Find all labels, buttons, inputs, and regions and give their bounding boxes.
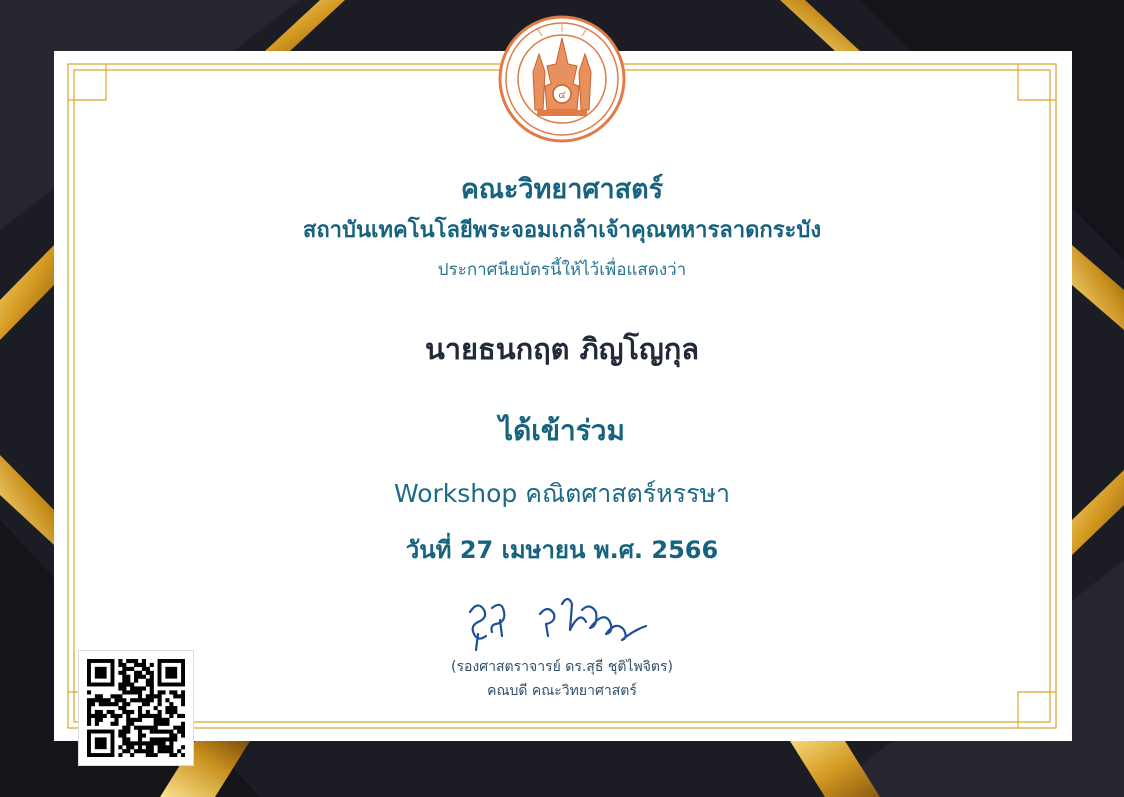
svg-text:๔: ๔ xyxy=(558,90,566,101)
faculty-name: คณะวิทยาศาสตร์ xyxy=(460,174,664,205)
handwritten-signature xyxy=(468,597,648,652)
university-seal-icon: ๔ xyxy=(498,15,626,143)
institute-name: สถาบันเทคโนโลยีพระจอมเกล้าเจ้าคุณทหารลาด… xyxy=(302,218,822,243)
event-date: วันที่ 27 เมษายน พ.ศ. 2566 xyxy=(405,536,719,564)
recipient-name: นายธนกฤต ภิญโญกุล xyxy=(424,332,700,366)
declaration-text: ประกาศนียบัตรนี้ให้ไว้เพื่อแสดงว่า xyxy=(437,260,687,280)
certificate: ๔ คณะวิทยาศาสตร์ สถาบันเทคโนโลยีพระจอมเก… xyxy=(0,0,1124,797)
attended-label: ได้เข้าร่วม xyxy=(499,414,625,447)
qr-code-icon xyxy=(87,659,185,757)
qr-code[interactable] xyxy=(78,650,194,766)
event-name: Workshop คณิตศาสตร์หรรษา xyxy=(393,479,731,508)
